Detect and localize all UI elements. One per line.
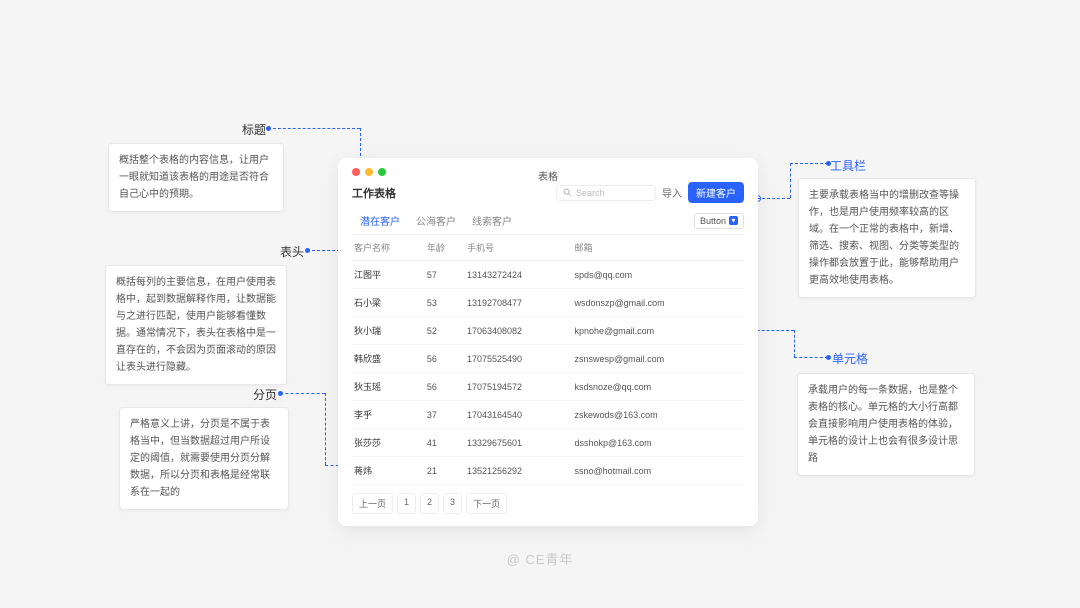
cell: 石小梁 (352, 289, 425, 317)
tab-2[interactable]: 线索客户 (464, 207, 520, 234)
col-3: 邮箱 (572, 235, 744, 261)
cell: wsdonszp@gmail.com (572, 289, 744, 317)
annotation-pagination: 严格意义上讲，分页是不属于表格当中，但当数据超过用户所设定的阈值，就需要使用分页… (119, 407, 289, 510)
cell: ssno@hotmail.com (572, 457, 744, 485)
col-2: 手机号 (465, 235, 573, 261)
cell: 韩欣盛 (352, 345, 425, 373)
cell: 56 (425, 345, 465, 373)
new-button[interactable]: 新建客户 (688, 182, 744, 203)
search-icon (563, 188, 572, 197)
cell: 狄小瑞 (352, 317, 425, 345)
label-cell: 单元格 (832, 350, 868, 367)
cell: 56 (425, 373, 465, 401)
page-button[interactable]: 1 (397, 493, 416, 514)
cell: 13329675601 (465, 429, 573, 457)
annotation-cell: 承载用户的每一条数据，也是整个表格的核心。单元格的大小行高都会直接影响用户使用表… (797, 373, 975, 476)
tab-1[interactable]: 公海客户 (408, 207, 464, 234)
section-title: 工作表格 (352, 185, 396, 201)
table-row[interactable]: 石小梁5313192708477wsdonszp@gmail.com (352, 289, 744, 317)
search-placeholder: Search (576, 188, 605, 198)
table-row[interactable]: 蒋炜2113521256292ssno@hotmail.com (352, 457, 744, 485)
cell: 53 (425, 289, 465, 317)
cell: 13521256292 (465, 457, 573, 485)
import-button[interactable]: 导入 (662, 185, 682, 200)
pagination: 上一页123下一页 (352, 493, 744, 514)
label-pagination: 分页 (253, 386, 277, 403)
cell: 17063408082 (465, 317, 573, 345)
cell: 37 (425, 401, 465, 429)
cell: 57 (425, 261, 465, 289)
table-row[interactable]: 狄小瑞5217063408082kpnohe@gmail.com (352, 317, 744, 345)
cell: 李乎 (352, 401, 425, 429)
page-button[interactable]: 2 (420, 493, 439, 514)
button-small-label: Button (700, 216, 726, 226)
table-row[interactable]: 狄玉瑶5617075194572ksdsnoze@qq.com (352, 373, 744, 401)
cell: zskewods@163.com (572, 401, 744, 429)
cell: 13192708477 (465, 289, 573, 317)
table-row[interactable]: 张莎莎4113329675601dsshokp@163.com (352, 429, 744, 457)
cell: 狄玉瑶 (352, 373, 425, 401)
cell: 17075194572 (465, 373, 573, 401)
annotation-header: 概括每列的主要信息，在用户使用表格中，起到数据解释作用，让数据能与之进行匹配，使… (105, 265, 287, 385)
label-title: 标题 (242, 121, 266, 138)
annotation-toolbar: 主要承载表格当中的增删改查等操作，也是用户使用频率较高的区域。在一个正常的表格中… (798, 178, 976, 298)
table-row[interactable]: 江图平5713143272424spds@qq.com (352, 261, 744, 289)
dropdown-icon: ▾ (729, 216, 738, 225)
table-row[interactable]: 李乎3717043164540zskewods@163.com (352, 401, 744, 429)
cell: 41 (425, 429, 465, 457)
tab-0[interactable]: 潜在客户 (352, 207, 408, 234)
page-button[interactable]: 上一页 (352, 493, 393, 514)
cell: 17043164540 (465, 401, 573, 429)
cell: 21 (425, 457, 465, 485)
table-card: 表格 工作表格 Search 导入 新建客户 潜在客户 公海客户 线索客户 Bu… (338, 158, 758, 526)
cell: spds@qq.com (572, 261, 744, 289)
cell: 蒋炜 (352, 457, 425, 485)
cell: kpnohe@gmail.com (572, 317, 744, 345)
tabs-row: 潜在客户 公海客户 线索客户 Button ▾ (352, 207, 744, 235)
table-header-row: 客户名称 年龄 手机号 邮箱 (352, 235, 744, 261)
annotation-title: 概括整个表格的内容信息，让用户一眼就知道该表格的用途是否符合自己心中的预期。 (108, 143, 284, 212)
cell: dsshokp@163.com (572, 429, 744, 457)
col-1: 年龄 (425, 235, 465, 261)
toolbar: 工作表格 Search 导入 新建客户 (352, 182, 744, 203)
cell: 张莎莎 (352, 429, 425, 457)
cell: 17075525490 (465, 345, 573, 373)
cell: zsnswesp@gmail.com (572, 345, 744, 373)
cell: 13143272424 (465, 261, 573, 289)
table-row[interactable]: 韩欣盛5617075525490zsnswesp@gmail.com (352, 345, 744, 373)
window-title: 表格 (338, 168, 758, 183)
search-input[interactable]: Search (556, 185, 656, 201)
cell: 江图平 (352, 261, 425, 289)
page-button[interactable]: 3 (443, 493, 462, 514)
cell: 52 (425, 317, 465, 345)
col-0: 客户名称 (352, 235, 425, 261)
credit-text: @ CE青年 (0, 549, 1080, 568)
label-header: 表头 (280, 243, 304, 260)
button-small[interactable]: Button ▾ (694, 213, 744, 229)
page-button[interactable]: 下一页 (466, 493, 507, 514)
data-table: 客户名称 年龄 手机号 邮箱 江图平5713143272424spds@qq.c… (352, 235, 744, 485)
cell: ksdsnoze@qq.com (572, 373, 744, 401)
label-toolbar: 工具栏 (830, 157, 866, 174)
